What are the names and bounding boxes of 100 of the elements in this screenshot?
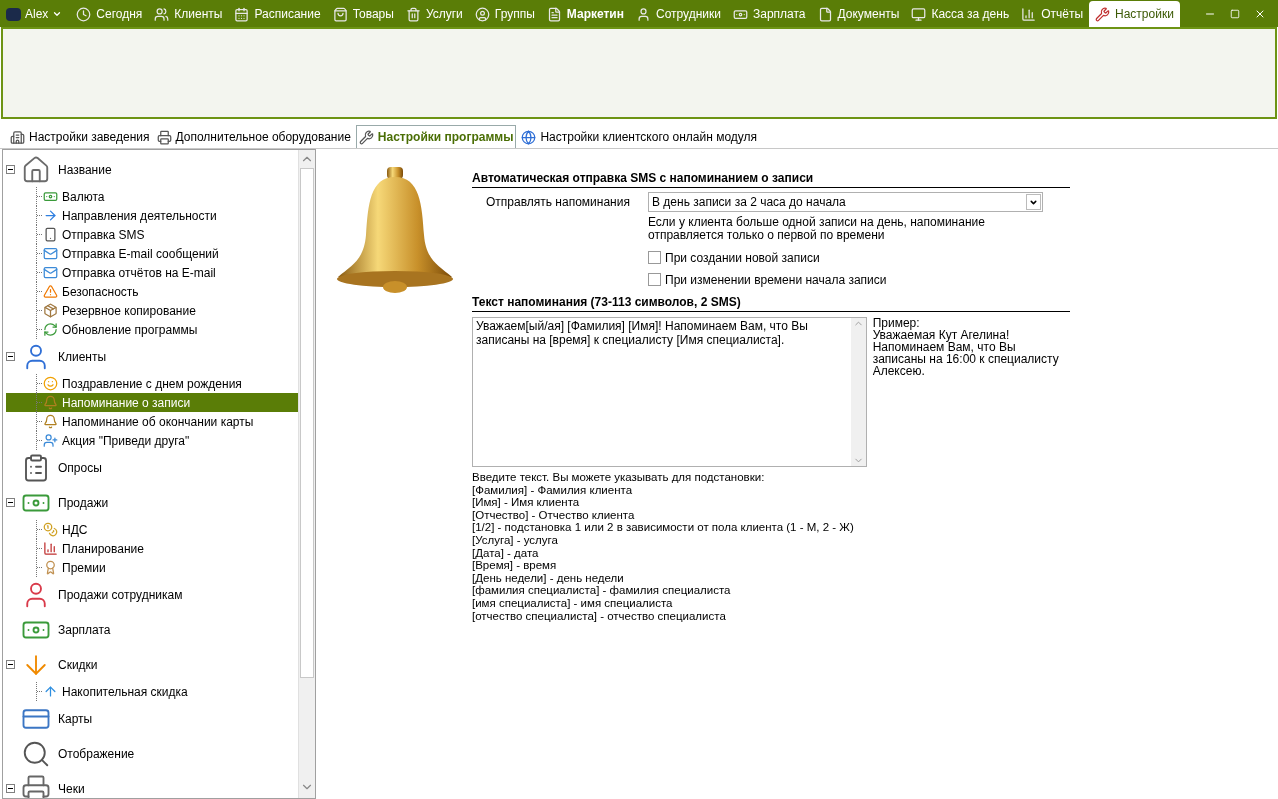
- example-text: Напоминаем Вам, что Вы записаны на 16:00 к специалисту Алексею.: [872, 341, 1060, 377]
- tree-item-row[interactable]: Резервное копирование: [6, 301, 298, 320]
- tree-item-row[interactable]: Отправка SMS: [6, 225, 298, 244]
- scrollbar[interactable]: [298, 150, 315, 798]
- reminder-text-area[interactable]: Уважаем[ый/ая] [Фамилия] [Имя]! Напоминаем Вам, что Вы записаны на [время] к специалисту [Имя специалиста].: [472, 317, 867, 467]
- tree-item[interactable]: Отображение: [58, 744, 135, 763]
- building-icon: [10, 129, 25, 145]
- bag-icon: [332, 6, 348, 22]
- mail-icon: [43, 246, 58, 261]
- tree-item-row[interactable]: Безопасность: [6, 282, 298, 301]
- coins-icon: [43, 522, 58, 537]
- tree-item-row[interactable]: Обновление программы: [6, 320, 298, 339]
- nav-tab[interactable]: Отчёты: [1015, 1, 1090, 27]
- tree-item-row[interactable]: Отправка отчётов на E-mail: [6, 263, 298, 282]
- nav-tab[interactable]: Группы: [468, 1, 541, 27]
- user-menu[interactable]: Alex: [6, 1, 71, 27]
- help-text: [Имя] - Имя клиента: [472, 496, 581, 509]
- close-icon[interactable]: [1254, 8, 1266, 20]
- arrow-right-icon: [43, 208, 58, 223]
- money-icon: [43, 189, 58, 204]
- tree-item-label: Безопасность: [62, 283, 139, 301]
- help-text: [Дата] - дата: [472, 546, 540, 560]
- warning-icon: [43, 284, 58, 299]
- tree-item-label: Накопительная скидка: [62, 683, 188, 701]
- nav-tab[interactable]: Маркетин: [540, 1, 630, 27]
- nav-tab[interactable]: Сотрудники: [630, 1, 727, 27]
- restore-icon[interactable]: [1230, 9, 1240, 19]
- nav-tab[interactable]: Товары: [326, 1, 400, 27]
- tree-item-label: Акция "Приведи друга": [62, 432, 190, 450]
- tree-item-row[interactable]: Отправка E-mail сообщений: [6, 244, 298, 263]
- tree-item-row[interactable]: Премии: [6, 558, 298, 577]
- document-icon: [817, 6, 833, 22]
- checkbox[interactable]: [648, 251, 661, 264]
- person-icon: [636, 6, 651, 22]
- collapse-toggle[interactable]: [6, 784, 15, 793]
- tree-item-row[interactable]: Напоминание об окончании карты: [6, 412, 298, 431]
- dropdown-button[interactable]: [1026, 194, 1041, 210]
- house-icon: [21, 154, 51, 185]
- settings-tab[interactable]: Настройки программы: [355, 125, 517, 148]
- checkbox-label: При изменении времени начала записи: [665, 271, 887, 289]
- nav-tab[interactable]: Документы: [811, 1, 906, 27]
- section-heading: Автоматическая отправка SMS с напоминанием о записи: [472, 171, 1070, 188]
- collapse-toggle[interactable]: [6, 165, 15, 174]
- nav-tab[interactable]: Настройки: [1089, 1, 1180, 27]
- tree-item-label: Отправка SMS: [62, 226, 145, 244]
- settings-tab[interactable]: Настройки заведения: [8, 126, 152, 148]
- people-icon: [154, 6, 170, 22]
- tools-icon: [1095, 6, 1111, 22]
- tree-item[interactable]: Карты: [58, 709, 93, 728]
- tree-item-row[interactable]: Напоминание о записи: [6, 393, 298, 412]
- tree-item[interactable]: Продажи: [58, 493, 109, 512]
- tree-item[interactable]: Скидки: [58, 655, 98, 674]
- tree-item-row[interactable]: НДС: [6, 520, 298, 539]
- contact-card-icon: [6, 7, 21, 21]
- tree-item-label: Обновление программы: [62, 321, 198, 339]
- chart-icon: [43, 541, 58, 556]
- caret-icon: [52, 9, 63, 19]
- tree-item-row[interactable]: Планирование: [6, 539, 298, 558]
- printer-icon: [21, 773, 51, 798]
- nav-tab[interactable]: Касса за день: [905, 1, 1016, 27]
- reminder-timing-select[interactable]: В день записи за 2 часа до начала: [648, 192, 1043, 212]
- collapse-toggle[interactable]: [6, 498, 15, 507]
- bell-icon: [43, 414, 58, 429]
- tree-item[interactable]: Опросы: [58, 458, 102, 477]
- nav-tab[interactable]: Клиенты: [148, 1, 229, 27]
- settings-tab[interactable]: Дополнительное оборудование: [154, 126, 353, 148]
- nav-tab[interactable]: Сегодня: [70, 1, 149, 27]
- checkbox[interactable]: [648, 273, 661, 286]
- collapse-toggle[interactable]: [6, 660, 15, 669]
- mail-icon: [43, 265, 58, 280]
- tree-item-label: Резервное копирование: [62, 302, 196, 320]
- tree-item-label: Направления деятельности: [62, 207, 217, 225]
- tree-item-label: Поздравление с днем рождения: [62, 375, 242, 393]
- tree-item[interactable]: Чеки: [58, 779, 85, 798]
- box-icon: [43, 303, 58, 318]
- tree-item[interactable]: Продажи сотрудникам: [58, 585, 183, 604]
- help-text: [отчество специалиста] - отчество специалиста: [472, 609, 727, 623]
- tree-item-row[interactable]: Акция "Приведи друга": [6, 431, 298, 450]
- tree-item[interactable]: Клиенты: [58, 347, 107, 366]
- field-label: Отправлять напоминания: [485, 194, 631, 211]
- clock-icon: [76, 6, 92, 22]
- tree-item-row[interactable]: Накопительная скидка: [6, 682, 298, 701]
- monitor-icon: [911, 6, 927, 22]
- collapse-toggle[interactable]: [6, 352, 15, 361]
- tree-item[interactable]: Название: [58, 160, 112, 179]
- tree-item-row[interactable]: Валюта: [6, 187, 298, 206]
- nav-tab[interactable]: Зарплата: [727, 1, 812, 27]
- tree-item[interactable]: Зарплата: [58, 620, 111, 639]
- settings-tab[interactable]: Настройки клиентского онлайн модуля: [519, 126, 760, 148]
- tree-item-label: Планирование: [62, 540, 144, 558]
- tree-item-label: Валюта: [62, 188, 105, 206]
- calendar-icon: [234, 6, 250, 22]
- scroll-thumb[interactable]: [300, 168, 314, 678]
- nav-tab[interactable]: Услуги: [399, 1, 469, 27]
- tree-item-row[interactable]: Направления деятельности: [6, 206, 298, 225]
- help-text: [1/2] - подстановка 1 или 2 в зависимости от пола клиента (1 - М, 2 - Ж): [472, 521, 855, 534]
- person-add-icon: [43, 433, 58, 448]
- nav-tab[interactable]: Расписание: [228, 1, 327, 27]
- person-circle-icon: [474, 6, 490, 22]
- medal-icon: [43, 560, 58, 575]
